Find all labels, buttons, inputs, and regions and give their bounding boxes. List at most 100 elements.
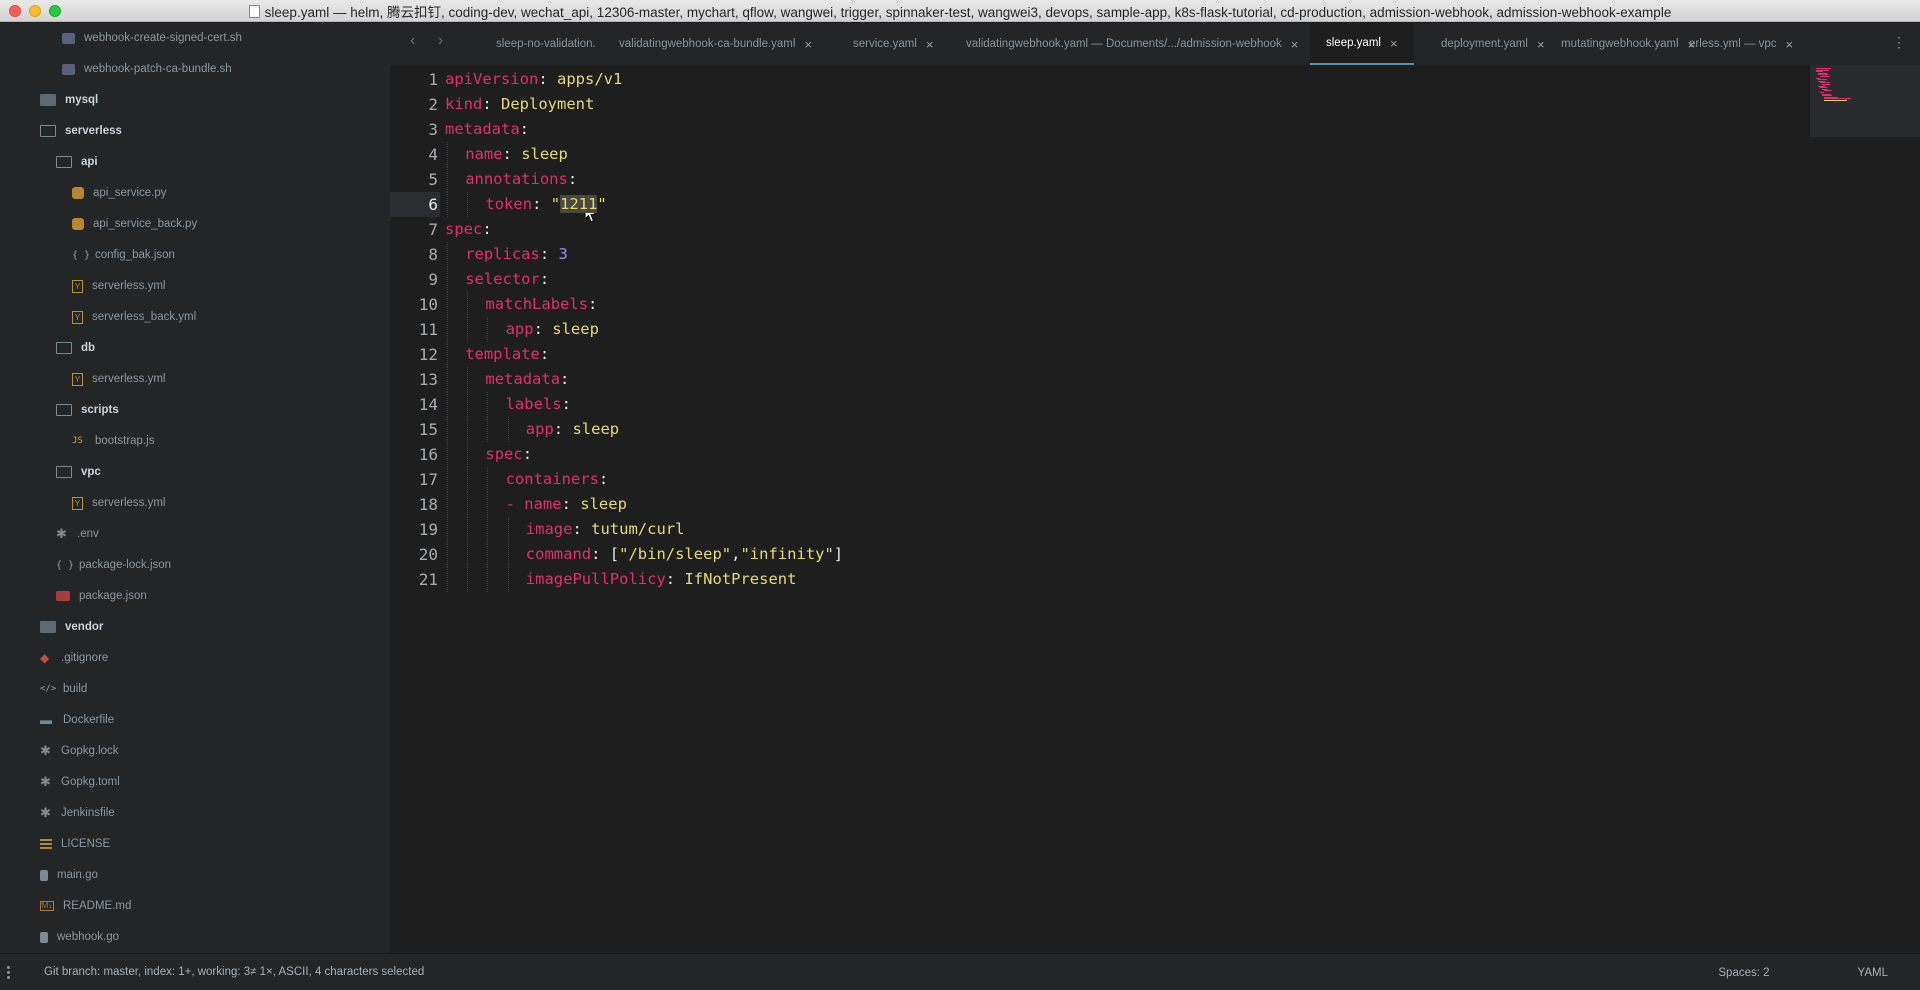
tab-close-icon[interactable]: ×: [1291, 37, 1299, 52]
code-line[interactable]: imagePullPolicy: IfNotPresent: [526, 567, 797, 592]
sidebar-file[interactable]: ◆ .gitignore: [40, 646, 108, 670]
indent-guide: [507, 567, 509, 592]
sidebar-file[interactable]: api_service_back.py: [72, 212, 197, 236]
sidebar-file[interactable]: Yserverless_back.yml: [72, 305, 196, 329]
tab-close-icon[interactable]: ×: [926, 37, 934, 52]
code-line[interactable]: spec:: [445, 217, 492, 242]
tab-1[interactable]: validatingwebhook-ca-bundle.yaml ×: [619, 23, 812, 65]
code-line[interactable]: metadata:: [485, 367, 569, 392]
sidebar-file[interactable]: package.json: [56, 584, 147, 608]
tab-close-icon[interactable]: ×: [1537, 37, 1545, 52]
code-line[interactable]: replicas: 3: [465, 242, 568, 267]
sidebar-item-label: build: [63, 683, 88, 695]
sidebar-folder[interactable]: db: [56, 336, 95, 360]
code-editor[interactable]: 1 apiVersion: apps/v1 2 kind: Deployment 3 me…: [390, 65, 1920, 953]
sidebar-file[interactable]: ✱ Jenkinsfile: [40, 801, 115, 825]
code-line[interactable]: spec:: [485, 442, 532, 467]
sidebar-item-label: .env: [77, 528, 99, 540]
tab-close-icon[interactable]: ×: [1786, 37, 1794, 52]
minimize-window-button[interactable]: [29, 4, 41, 17]
indent-guide: [487, 467, 489, 492]
sidebar-folder[interactable]: vpc: [56, 460, 101, 484]
code-token: Deployment: [501, 95, 595, 113]
minimap-line: [1824, 90, 1832, 92]
sidebar-file[interactable]: webhook-patch-ca-bundle.sh: [62, 57, 232, 81]
sidebar-file[interactable]: LICENSE: [40, 832, 110, 856]
sidebar-folder[interactable]: vendor: [40, 615, 103, 639]
code-line[interactable]: name: sleep: [465, 142, 568, 167]
sidebar-folder[interactable]: mysql: [40, 88, 98, 112]
code-line[interactable]: token: "1211": [485, 192, 607, 217]
sidebar-file[interactable]: ✱ .env: [56, 522, 99, 546]
code-line[interactable]: apiVersion: apps/v1: [445, 67, 622, 92]
tab-6[interactable]: mutatingwebhook.yaml ×: [1561, 23, 1695, 65]
code-token: ": [597, 195, 607, 213]
code-line[interactable]: labels:: [506, 392, 571, 417]
indentation-setting[interactable]: Spaces: 2: [1718, 967, 1769, 979]
sidebar-file[interactable]: M↓ README.md: [40, 894, 131, 918]
sidebar-file[interactable]: ▬ Dockerfile: [40, 708, 114, 732]
sidebar-folder[interactable]: scripts: [56, 398, 119, 422]
code-token: :: [538, 70, 557, 88]
sidebar-file[interactable]: api_service.py: [72, 181, 167, 205]
tab-label: validatingwebhook.yaml — Documents/.../a…: [966, 38, 1282, 50]
minimap[interactable]: [1810, 65, 1920, 137]
line-number: 18: [418, 495, 438, 514]
tab-0[interactable]: sleep-no-validation.: [496, 23, 596, 65]
tab-4[interactable]: sleep.yaml ×: [1310, 23, 1414, 65]
tab-3[interactable]: validatingwebhook.yaml — Documents/.../a…: [966, 23, 1298, 65]
code-line[interactable]: matchLabels:: [485, 292, 597, 317]
sidebar-file[interactable]: ✱ Gopkg.lock: [40, 739, 119, 763]
status-menu-icon[interactable]: [7, 965, 11, 979]
git-status-text: Git branch: master, index: 1+, working: …: [44, 966, 425, 978]
sidebar-file[interactable]: webhook-create-signed-cert.sh: [62, 26, 242, 50]
sidebar-file[interactable]: Yserverless.yml: [72, 367, 165, 391]
code-line[interactable]: kind: Deployment: [445, 92, 594, 117]
sidebar-file[interactable]: { } package-lock.json: [56, 553, 171, 577]
tab-back-arrow-icon[interactable]: ‹: [410, 32, 415, 50]
code-line[interactable]: command: ["/bin/sleep","infinity"]: [526, 542, 843, 567]
sidebar-file[interactable]: { } config_bak.json: [72, 243, 175, 267]
code-line[interactable]: annotations:: [465, 167, 577, 192]
sidebar-item-label: LICENSE: [61, 838, 111, 850]
sidebar-folder[interactable]: serverless: [40, 119, 122, 143]
sidebar-file[interactable]: JS bootstrap.js: [72, 429, 154, 453]
tab-close-icon[interactable]: ×: [804, 37, 812, 52]
code-token: apiVersion: [445, 70, 539, 88]
indent-guide: [447, 242, 448, 267]
line-number: 1: [428, 70, 438, 89]
tab-forward-arrow-icon[interactable]: ›: [438, 32, 443, 50]
code-line[interactable]: app: sleep: [506, 317, 599, 342]
folder-icon: [40, 621, 56, 633]
line-number: 7: [428, 220, 438, 239]
indent-guide: [507, 417, 509, 442]
sidebar-file[interactable]: Yserverless.yml: [72, 491, 165, 515]
code-line[interactable]: image: tutum/curl: [526, 517, 685, 542]
syntax-selector[interactable]: YAML: [1858, 967, 1888, 979]
code-line[interactable]: app: sleep: [526, 417, 619, 442]
sidebar-file[interactable]: main.go: [40, 863, 98, 887]
sidebar-file[interactable]: ✱ Gopkg.toml: [40, 770, 120, 794]
code-line[interactable]: containers:: [506, 467, 609, 492]
code-token: ": [550, 195, 561, 213]
code-token: : [: [591, 545, 620, 563]
tab-5[interactable]: deployment.yaml ×: [1441, 23, 1545, 65]
close-window-button[interactable]: [9, 4, 21, 17]
code-line[interactable]: metadata:: [445, 117, 529, 142]
code-line[interactable]: template:: [465, 342, 549, 367]
sidebar-file[interactable]: Yserverless.yml: [72, 274, 165, 298]
code-line[interactable]: - name: sleep: [506, 492, 627, 517]
sidebar-file[interactable]: </> build: [40, 677, 87, 701]
more-options-icon[interactable]: ⋮: [1892, 34, 1906, 51]
code-line[interactable]: selector:: [465, 267, 549, 292]
maximize-window-button[interactable]: [49, 4, 61, 17]
code-token: image: [525, 520, 573, 538]
code-token: :: [561, 395, 571, 413]
indent-guide: [467, 517, 469, 542]
sidebar-file[interactable]: webhook.go: [40, 925, 119, 949]
tab-close-icon[interactable]: ×: [1390, 36, 1398, 51]
tab-label: erless.yml — vpc: [1689, 38, 1777, 50]
tab-2[interactable]: service.yaml ×: [853, 23, 934, 65]
sidebar-folder[interactable]: api: [56, 150, 98, 174]
tab-7[interactable]: erless.yml — vpc ×: [1689, 23, 1793, 65]
